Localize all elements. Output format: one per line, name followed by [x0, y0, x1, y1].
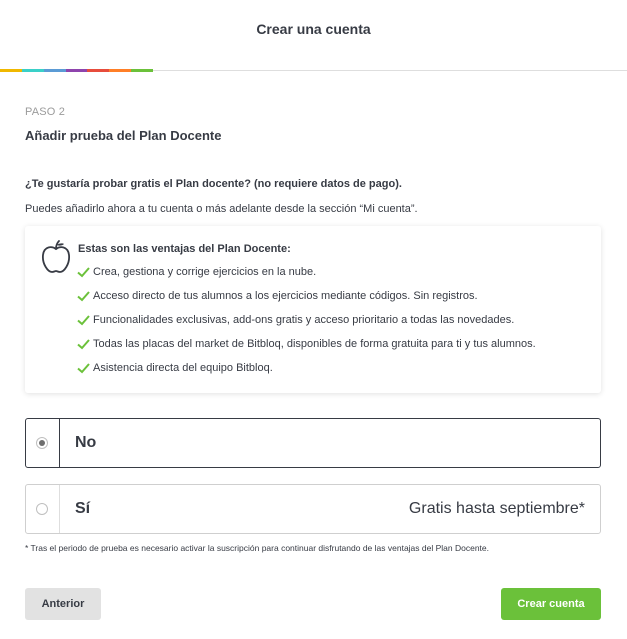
benefit-text: Asistencia directa del equipo Bitbloq. — [93, 362, 273, 374]
progress-segment — [0, 69, 22, 72]
option-no[interactable]: No — [25, 418, 601, 468]
check-icon — [77, 315, 90, 326]
apple-icon — [42, 240, 70, 273]
progress-segment — [65, 69, 88, 72]
benefit-text: Funcionalidades exclusivas, add-ons grat… — [93, 314, 515, 326]
footnote: * Tras el periodo de prueba es necesario… — [25, 543, 489, 553]
step-label: PASO 2 — [25, 106, 66, 118]
modal-header: Crear una cuenta — [0, 0, 627, 72]
radio-column — [26, 419, 60, 467]
trial-question: ¿Te gustaría probar gratis el Plan docen… — [25, 178, 402, 190]
option-trial-note: Gratis hasta septiembre* — [408, 500, 585, 517]
benefit-text: Acceso directo de tus alumnos a los ejer… — [93, 290, 478, 302]
modal-title: Crear una cuenta — [256, 21, 371, 37]
create-account-button[interactable]: Crear cuenta — [501, 588, 601, 620]
check-icon — [77, 363, 90, 374]
benefit-text: Todas las placas del market de Bitbloq, … — [93, 338, 536, 350]
benefit-item: Todas las placas del market de Bitbloq, … — [77, 336, 536, 352]
progress-segment — [109, 69, 132, 72]
progress-bar — [0, 69, 154, 72]
check-icon — [77, 339, 90, 350]
option-label: No — [75, 434, 97, 451]
radio-column — [26, 485, 60, 533]
benefit-item: Crea, gestiona y corrige ejercicios en l… — [77, 264, 316, 280]
radio-no[interactable] — [36, 437, 48, 449]
progress-segment — [21, 69, 44, 72]
check-icon — [77, 267, 90, 278]
progress-segment — [131, 69, 154, 72]
step-title: Añadir prueba del Plan Docente — [25, 128, 222, 143]
option-si[interactable]: Sí Gratis hasta septiembre* — [25, 484, 601, 534]
progress-segment — [87, 69, 110, 72]
benefit-item: Asistencia directa del equipo Bitbloq. — [77, 360, 273, 376]
progress-segment — [43, 69, 66, 72]
benefit-item: Funcionalidades exclusivas, add-ons grat… — [77, 312, 514, 328]
check-icon — [77, 291, 90, 302]
radio-si[interactable] — [36, 503, 48, 515]
benefits-title: Estas son las ventajas del Plan Docente: — [78, 243, 291, 255]
option-label: Sí — [75, 500, 91, 517]
benefit-item: Acceso directo de tus alumnos a los ejer… — [77, 288, 478, 304]
trial-description: Puedes añadirlo ahora a tu cuenta o más … — [25, 203, 418, 215]
benefits-panel: Estas son las ventajas del Plan Docente:… — [25, 226, 601, 393]
back-button[interactable]: Anterior — [25, 588, 101, 620]
benefit-text: Crea, gestiona y corrige ejercicios en l… — [93, 266, 317, 278]
